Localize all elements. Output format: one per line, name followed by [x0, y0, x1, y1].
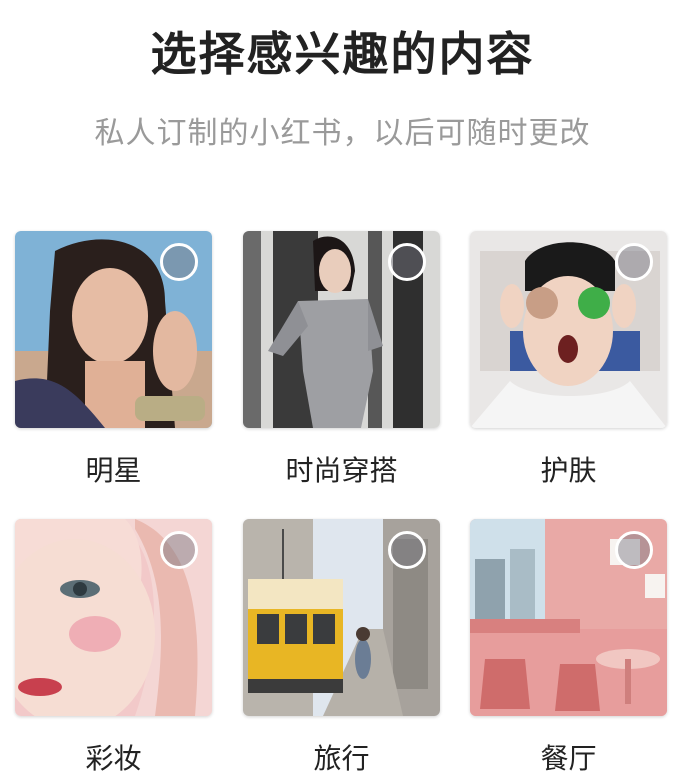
- category-label: 彩妆: [85, 742, 142, 775]
- category-label: 护肤: [540, 454, 597, 487]
- category-card-skincare[interactable]: 护肤: [470, 231, 667, 487]
- category-card-travel[interactable]: 旅行: [243, 519, 440, 775]
- select-checkbox[interactable]: [615, 531, 653, 569]
- category-label: 时尚穿搭: [285, 454, 398, 487]
- category-card-celebrity[interactable]: 明星: [15, 231, 212, 487]
- select-checkbox[interactable]: [388, 531, 426, 569]
- select-checkbox[interactable]: [160, 243, 198, 281]
- category-card-makeup[interactable]: 彩妆: [15, 519, 212, 775]
- select-checkbox[interactable]: [160, 531, 198, 569]
- category-card-fashion[interactable]: 时尚穿搭: [243, 231, 440, 487]
- category-image-travel[interactable]: [243, 519, 440, 716]
- category-image-celebrity[interactable]: [15, 231, 212, 428]
- select-checkbox[interactable]: [615, 243, 653, 281]
- category-label: 旅行: [313, 742, 370, 775]
- category-label: 餐厅: [540, 742, 597, 775]
- category-label: 明星: [85, 454, 142, 487]
- select-checkbox[interactable]: [388, 243, 426, 281]
- category-grid: 明星 时尚穿搭 护肤 彩妆 旅行 餐厅: [0, 0, 685, 781]
- category-image-makeup[interactable]: [15, 519, 212, 716]
- category-image-skincare[interactable]: [470, 231, 667, 428]
- category-image-fashion[interactable]: [243, 231, 440, 428]
- category-card-restaurant[interactable]: 餐厅: [470, 519, 667, 775]
- category-image-restaurant[interactable]: [470, 519, 667, 716]
